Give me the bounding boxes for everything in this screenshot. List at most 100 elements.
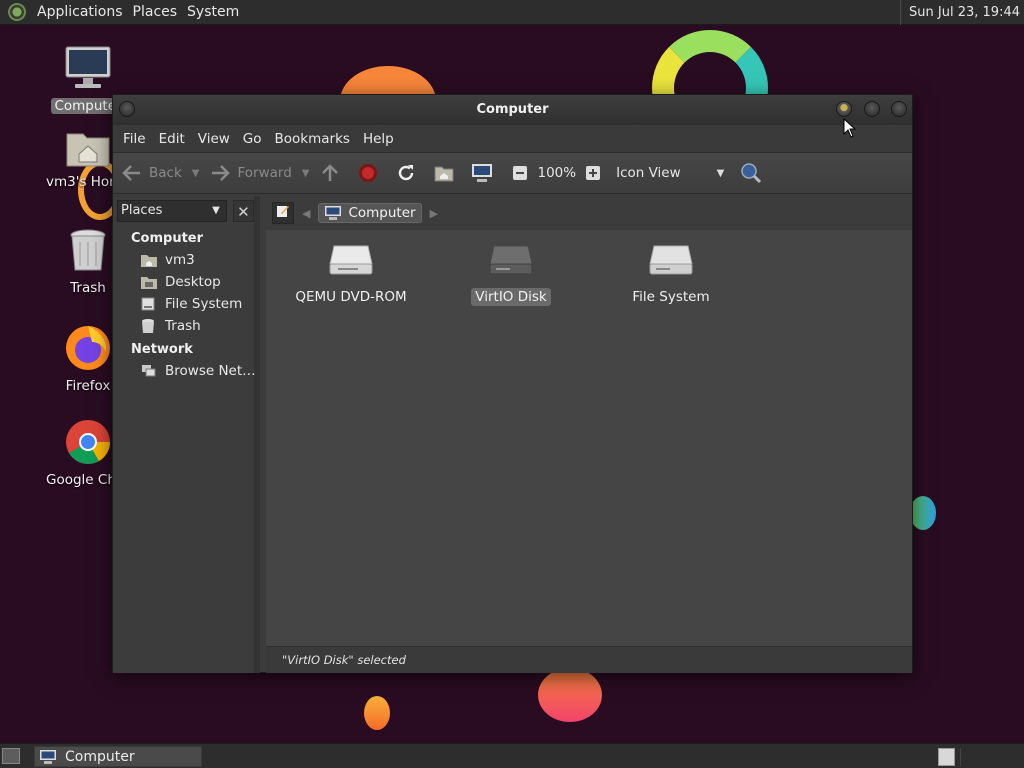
sidebar-header: Places ▼ ✕ xyxy=(113,196,254,226)
file-view[interactable]: QEMU DVD-ROM VirtIO Disk File System xyxy=(266,230,912,646)
computer-icon xyxy=(43,44,133,96)
forward-history-caret-icon[interactable]: ▼ xyxy=(302,168,310,179)
desktop-icon-label: Firefox xyxy=(65,378,111,394)
location-edit-toggle[interactable] xyxy=(272,202,294,224)
wallpaper-shape xyxy=(538,668,602,722)
workspace-1[interactable] xyxy=(938,748,955,766)
window-titlebar[interactable]: Computer xyxy=(113,95,912,125)
sidebar-item-label: Browse Net… xyxy=(165,363,256,379)
sidebar-item-label: File System xyxy=(165,296,243,312)
file-label: VirtIO Disk xyxy=(471,288,551,306)
menu-file[interactable]: File xyxy=(117,131,152,147)
menu-view[interactable]: View xyxy=(192,131,236,147)
menu-go[interactable]: Go xyxy=(237,131,268,147)
desktop-folder-icon xyxy=(141,275,157,289)
sidebar-item-label: Desktop xyxy=(165,274,221,290)
zoom-control: 100% xyxy=(509,162,604,184)
sidebar-item-label: Trash xyxy=(165,318,201,334)
network-icon xyxy=(141,364,157,378)
computer-icon xyxy=(471,162,493,184)
close-button[interactable] xyxy=(891,101,907,117)
path-scroll-right-icon[interactable]: ▶ xyxy=(430,207,438,220)
reload-button[interactable] xyxy=(395,162,423,184)
status-bar: "VirtIO Disk" selected xyxy=(266,646,912,673)
sidebar-item-label: vm3 xyxy=(165,252,195,268)
arrow-right-icon xyxy=(209,162,231,184)
sidebar-type-select[interactable]: Places ▼ xyxy=(117,200,227,222)
stop-icon xyxy=(357,162,379,184)
menu-help[interactable]: Help xyxy=(357,131,400,147)
hard-disk-icon xyxy=(596,242,746,282)
stop-button[interactable] xyxy=(357,162,385,184)
places-sidebar: Places ▼ ✕ Computer vm3 Desktop File Sys… xyxy=(113,196,260,673)
mouse-cursor-icon xyxy=(843,117,857,142)
sidebar-item-file-system[interactable]: File System xyxy=(113,293,254,315)
back-label: Back xyxy=(149,165,182,181)
file-item-virtio-disk[interactable]: VirtIO Disk xyxy=(436,230,586,306)
home-button[interactable] xyxy=(433,162,461,184)
file-manager-window: Computer File Edit View Go Bookmarks Hel… xyxy=(112,94,913,673)
path-scroll-left-icon[interactable]: ◀ xyxy=(302,207,310,220)
wallpaper-shape xyxy=(910,496,936,530)
arrow-left-icon xyxy=(121,162,143,184)
close-sidebar-button[interactable]: ✕ xyxy=(232,200,254,222)
file-label: QEMU DVD-ROM xyxy=(295,289,407,305)
panel-menu-places[interactable]: Places xyxy=(128,4,183,20)
path-bar: ◀ Computer ▶ xyxy=(266,196,912,230)
desktop-icon-label: Trash xyxy=(70,280,106,296)
file-label: File System xyxy=(632,289,710,305)
forward-label: Forward xyxy=(237,165,292,181)
up-button[interactable] xyxy=(319,162,347,184)
file-item-file-system[interactable]: File System xyxy=(596,230,746,306)
arrow-up-icon xyxy=(319,162,341,184)
window-title: Computer xyxy=(476,102,549,117)
computer-icon xyxy=(324,205,342,221)
zoom-out-icon[interactable] xyxy=(509,162,531,184)
wallpaper-shape xyxy=(364,696,390,730)
computer-button[interactable] xyxy=(471,162,499,184)
forward-button[interactable]: Forward ▼ xyxy=(209,162,309,184)
home-folder-icon xyxy=(433,162,455,184)
optical-drive-icon xyxy=(276,242,426,282)
back-button[interactable]: Back ▼ xyxy=(121,162,199,184)
zoom-in-icon[interactable] xyxy=(582,162,604,184)
search-button[interactable] xyxy=(740,162,768,184)
computer-icon xyxy=(39,749,57,765)
taskbar-button-computer[interactable]: Computer xyxy=(34,746,202,767)
breadcrumb-label: Computer xyxy=(348,205,416,221)
minimize-button[interactable] xyxy=(836,101,852,117)
chevron-down-icon: ▼ xyxy=(716,167,725,179)
panel-clock[interactable]: Sun Jul 23, 19:44 xyxy=(900,0,1020,25)
trash-icon xyxy=(141,319,157,333)
sidebar-type-label: Places xyxy=(121,203,163,218)
breadcrumb-computer[interactable]: Computer xyxy=(318,203,422,223)
back-history-caret-icon[interactable]: ▼ xyxy=(192,168,200,179)
show-desktop-button[interactable] xyxy=(2,748,20,764)
workspace-2[interactable] xyxy=(960,748,1000,766)
file-item-qemu-dvd-rom[interactable]: QEMU DVD-ROM xyxy=(276,230,426,306)
menu-edit[interactable]: Edit xyxy=(153,131,191,147)
sidebar-section-computer: Computer xyxy=(131,231,204,246)
menu-bookmarks[interactable]: Bookmarks xyxy=(269,131,356,147)
bottom-panel: Computer xyxy=(0,743,1024,768)
window-menu-button[interactable] xyxy=(119,101,135,117)
sidebar-item-browse-network[interactable]: Browse Net… xyxy=(113,360,256,382)
sidebar-item-trash[interactable]: Trash xyxy=(113,315,254,337)
toolbar: Back ▼ Forward ▼ 100% Icon View ▼ xyxy=(113,152,912,194)
edit-icon xyxy=(276,204,290,222)
panel-menu-applications[interactable]: Applications xyxy=(32,4,128,20)
chevron-down-icon: ▼ xyxy=(212,205,220,216)
distro-logo-icon[interactable] xyxy=(8,3,26,21)
taskbar-label: Computer xyxy=(65,748,135,765)
reload-icon xyxy=(395,162,417,184)
panel-menu-system[interactable]: System xyxy=(182,4,244,20)
sidebar-item-desktop[interactable]: Desktop xyxy=(113,271,254,293)
home-folder-icon xyxy=(141,253,157,267)
maximize-button[interactable] xyxy=(864,101,880,117)
hard-disk-icon xyxy=(141,297,157,311)
search-icon xyxy=(740,162,762,184)
menubar: File Edit View Go Bookmarks Help xyxy=(113,125,912,152)
zoom-level: 100% xyxy=(537,165,577,181)
sidebar-item-vm3[interactable]: vm3 xyxy=(113,249,254,271)
view-mode-select[interactable]: Icon View ▼ xyxy=(616,165,724,181)
